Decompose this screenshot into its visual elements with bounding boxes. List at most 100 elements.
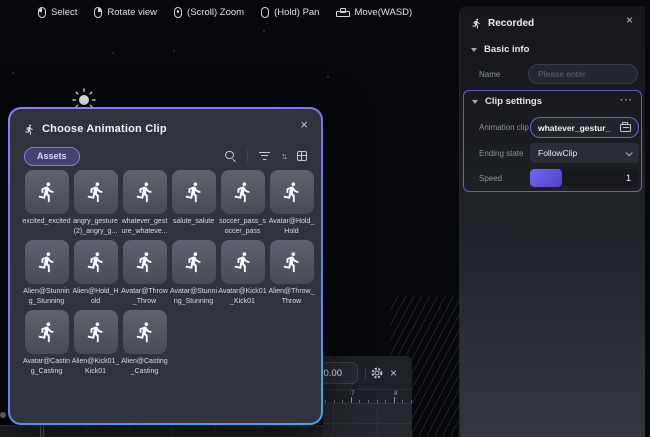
clip-name: angry_gesture(2)_angry_g... [71, 217, 120, 237]
speed-value: 1 [626, 173, 639, 183]
animation-clip-item[interactable]: excited_excited [22, 170, 71, 240]
chevron-down-icon[interactable] [471, 48, 477, 52]
clip-thumbnail [25, 240, 69, 284]
ruler-tick [368, 400, 369, 403]
animation-clip-item[interactable]: Avatar@Hold_Hold [267, 170, 316, 240]
basic-info-section-header[interactable]: Basic info [471, 44, 529, 55]
name-label: Name [479, 70, 500, 79]
chevron-down-icon [626, 149, 633, 156]
timeline-handle[interactable] [0, 412, 6, 418]
chevron-down-icon[interactable] [472, 100, 478, 104]
viewport-speck [173, 50, 175, 52]
clip-grid: excited_excited angry_gesture(2)_angry_g… [22, 170, 318, 380]
inspector-close-icon[interactable]: × [626, 13, 633, 27]
animation-clip-input[interactable] [538, 123, 620, 133]
viewport-speck [112, 52, 114, 54]
clip-name: Alien@Hold_Hold [71, 287, 120, 307]
viewport-tool[interactable]: Move(WASD) [336, 7, 412, 18]
runner-icon [134, 321, 156, 343]
ruler-tick [325, 400, 326, 403]
viewport-tool-label: Move(WASD) [354, 7, 412, 18]
animation-clip-item[interactable]: Alien@Kick01_Kick01 [71, 310, 120, 380]
runner-icon [134, 251, 156, 273]
gear-icon[interactable] [370, 366, 384, 380]
editor-screen: Select Rotate view (Scroll) Zoom (Hold) … [0, 0, 650, 437]
animation-clip-item[interactable]: Alien@Hold_Hold [71, 240, 120, 310]
ending-state-label: Ending state [479, 149, 523, 158]
playhead[interactable] [40, 426, 44, 437]
browse-folder-icon[interactable] [620, 124, 631, 132]
viewport-speck [263, 30, 265, 32]
viewport-tool[interactable]: (Hold) Pan [261, 7, 319, 18]
ending-state-value: FollowClip [538, 148, 577, 158]
sort-icon[interactable] [281, 151, 286, 161]
light-gizmo-icon[interactable] [71, 87, 97, 109]
clip-thumbnail [123, 240, 167, 284]
dialog-toolbar: Assets [10, 143, 321, 169]
clip-thumbnail [270, 170, 314, 214]
clip-name: Alien@Stunning_Stunning [22, 287, 71, 307]
timeline-tracks[interactable] [323, 404, 412, 437]
clip-name: excited_excited [22, 217, 71, 227]
section-title: Basic info [484, 44, 529, 55]
grid-view-icon[interactable] [297, 151, 307, 161]
runner-icon [281, 251, 303, 273]
search-icon[interactable] [225, 151, 236, 162]
animation-clip-item[interactable]: salute_salute [169, 170, 218, 240]
timeline-strip[interactable] [0, 425, 323, 437]
ruler-tick [377, 400, 378, 403]
ending-state-select[interactable]: FollowClip [530, 143, 639, 163]
animation-clip-item[interactable]: Avatar@Throw_Throw [120, 240, 169, 310]
filter-icon[interactable] [259, 152, 270, 161]
animation-clip-field[interactable] [530, 117, 639, 138]
time-input[interactable] [323, 362, 358, 384]
animation-clip-item[interactable]: Alien@Casting_Casting [120, 310, 169, 380]
viewport-tool[interactable]: Rotate view [94, 7, 157, 18]
ruler-tick [411, 400, 412, 403]
clip-thumbnail [123, 310, 167, 354]
clip-thumbnail [123, 170, 167, 214]
ruler-tick [402, 400, 403, 403]
clip-name: Alien@Kick01_Kick01 [71, 357, 120, 377]
dialog-close-icon[interactable]: × [300, 118, 308, 132]
animation-clip-item[interactable]: Avatar@Kick01_Kick01 [218, 240, 267, 310]
animation-clip-item[interactable]: angry_gesture(2)_angry_g... [71, 170, 120, 240]
assets-tab[interactable]: Assets [24, 147, 80, 166]
animation-clip-item[interactable]: whatever_gesture_whateve... [120, 170, 169, 240]
clip-name: soccer_pass_soccer_pass [218, 217, 267, 237]
speed-slider[interactable]: 1 [530, 169, 639, 187]
clip-settings-section-header[interactable]: Clip settings [472, 96, 542, 107]
runner-icon [232, 251, 254, 273]
runner-icon [183, 251, 205, 273]
animation-icon [24, 124, 35, 135]
choose-animation-clip-dialog: Choose Animation Clip × Assets excited_e… [8, 107, 323, 425]
animation-clip-label: Animation clip [479, 123, 529, 132]
viewport-toolbar: Select Rotate view (Scroll) Zoom (Hold) … [38, 7, 412, 18]
viewport-tool-label: (Hold) Pan [274, 7, 319, 18]
clip-name: Avatar@Stunning_Stunning [169, 287, 218, 307]
divider [247, 150, 248, 162]
animation-clip-item[interactable]: Alien@Throw_Throw [267, 240, 316, 310]
name-input[interactable] [528, 64, 638, 84]
clip-name: Alien@Throw_Throw [267, 287, 316, 307]
viewport-speck [327, 76, 329, 78]
section-title: Clip settings [485, 96, 542, 107]
animation-clip-item[interactable]: soccer_pass_soccer_pass [218, 170, 267, 240]
ruler-tick [394, 397, 395, 403]
viewport-tool[interactable]: Select [38, 7, 77, 18]
clip-thumbnail [221, 240, 265, 284]
viewport-tool[interactable]: (Scroll) Zoom [174, 7, 244, 18]
timeline-close-icon[interactable]: × [390, 365, 397, 381]
animation-clip-item[interactable]: Avatar@Stunning_Stunning [169, 240, 218, 310]
timeline-toolbar: × [323, 356, 412, 390]
speed-slider-fill[interactable] [530, 169, 562, 187]
animation-icon [471, 18, 482, 29]
runner-icon [232, 181, 254, 203]
more-options-icon[interactable]: ··· [620, 95, 633, 106]
animation-clip-item[interactable]: Alien@Stunning_Stunning [22, 240, 71, 310]
animation-clip-item[interactable]: Avatar@Casting_Casting [22, 310, 71, 380]
recorded-inspector-panel: Recorded × Basic info Name Clip settings… [459, 6, 645, 437]
runner-icon [85, 251, 107, 273]
mouse-right-icon [94, 7, 102, 18]
timeline-ruler[interactable]: 7 8 [323, 390, 412, 404]
